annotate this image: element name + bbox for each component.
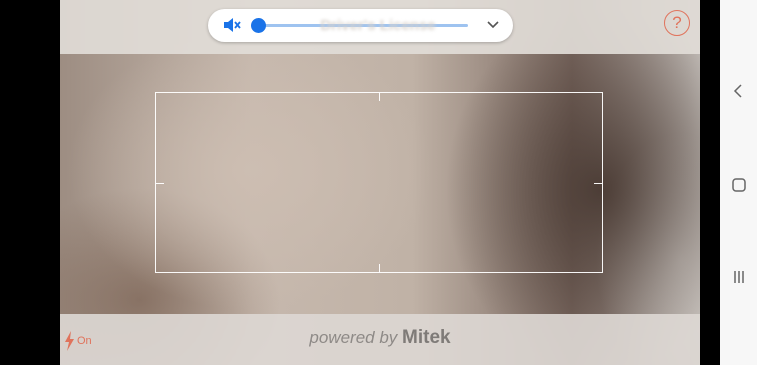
camera-preview: Driver's License ? On powered by Mitek xyxy=(60,0,700,365)
chevron-down-icon[interactable] xyxy=(486,20,500,30)
mute-icon[interactable] xyxy=(223,17,241,33)
blurred-overlay-text: Driver's License xyxy=(320,17,436,34)
frame-tick-left xyxy=(156,183,164,184)
volume-slider-thumb[interactable] xyxy=(251,18,266,33)
frame-tick-bottom xyxy=(379,264,380,272)
capture-frame xyxy=(155,92,603,273)
recents-icon[interactable] xyxy=(730,268,748,286)
left-letterbox xyxy=(0,0,60,365)
android-nav-bar xyxy=(720,0,757,365)
powered-by-brand: powered by Mitek xyxy=(60,327,700,349)
camera-top-bar: Driver's License ? xyxy=(60,0,700,54)
right-letterbox xyxy=(700,0,720,365)
home-icon[interactable] xyxy=(730,176,748,194)
brand-prefix: powered by xyxy=(309,328,398,347)
back-icon[interactable] xyxy=(730,82,748,100)
brand-name: Mitek xyxy=(402,327,451,348)
frame-tick-right xyxy=(594,183,602,184)
volume-panel: Driver's License xyxy=(208,9,513,42)
frame-tick-top xyxy=(379,93,380,101)
help-button[interactable]: ? xyxy=(664,10,690,36)
